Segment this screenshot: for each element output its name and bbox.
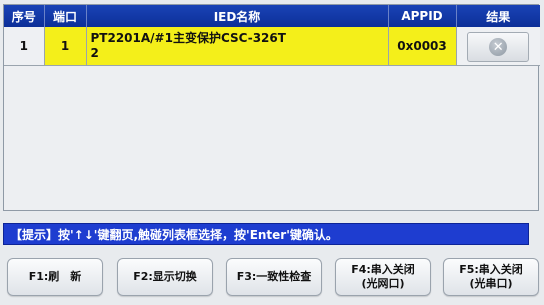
header-port: 端口	[44, 5, 87, 27]
f2-display-switch-button[interactable]: F2:显示切换	[117, 258, 213, 296]
f5-label-line2: (光串口)	[469, 277, 513, 290]
f5-label-line1: F5:串入关闭	[459, 263, 523, 276]
f1-refresh-button[interactable]: F1:刷 新	[7, 258, 103, 296]
table-header-row: 序号 端口 IED名称 APPID 结果	[4, 5, 540, 27]
f3-consistency-check-button[interactable]: F3:一致性检查	[226, 258, 322, 296]
cell-port: 1	[44, 27, 87, 66]
f1-label: F1:刷 新	[28, 270, 82, 283]
ied-table: 序号 端口 IED名称 APPID 结果 1 1 PT2201A/#1主变保护C…	[3, 4, 540, 211]
ied-name-line2: 2	[90, 46, 99, 60]
cell-appid: 0x0003	[388, 27, 457, 66]
header-result: 结果	[456, 5, 540, 27]
cell-ied-name: PT2201A/#1主变保护CSC-326T 2	[86, 27, 389, 66]
close-circle-icon: ✕	[489, 38, 508, 56]
cell-seq: 1	[4, 27, 45, 66]
header-seq: 序号	[4, 5, 45, 27]
screen: 序号 端口 IED名称 APPID 结果 1 1 PT2201A/#1主变保护C…	[0, 0, 544, 305]
result-button[interactable]: ✕	[467, 32, 530, 62]
header-ied-name: IED名称	[86, 5, 389, 27]
f4-label-line2: (光网口)	[361, 277, 405, 290]
f3-label: F3:一致性检查	[236, 270, 312, 283]
f2-label: F2:显示切换	[133, 270, 197, 283]
f4-close-optical-network-button[interactable]: F4:串入关闭 (光网口)	[335, 258, 431, 296]
ied-name-line1: PT2201A/#1主变保护CSC-326T	[90, 31, 286, 45]
f4-label-line1: F4:串入关闭	[351, 263, 415, 276]
cell-result: ✕	[456, 27, 540, 66]
header-appid: APPID	[388, 5, 457, 27]
f5-close-optical-serial-button[interactable]: F5:串入关闭 (光串口)	[443, 258, 539, 296]
table-row[interactable]: 1 1 PT2201A/#1主变保护CSC-326T 2 0x0003 ✕	[4, 27, 540, 66]
hint-bar: 【提示】按'↑↓'键翻页,触碰列表框选择，按'Enter'键确认。	[3, 223, 529, 245]
